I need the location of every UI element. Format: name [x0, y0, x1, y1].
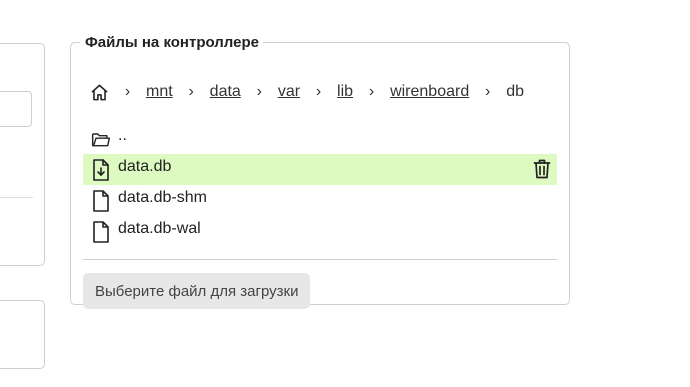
list-item-selected-file[interactable]: data.db — [83, 154, 557, 185]
list-item-file[interactable]: data.db-shm — [83, 185, 557, 216]
breadcrumb-item-wirenboard[interactable]: wirenboard — [390, 83, 469, 101]
breadcrumb-separator: › — [256, 83, 262, 100]
divider — [83, 259, 557, 260]
file-download-icon — [91, 158, 111, 181]
panel-title: Файлы на контроллере — [85, 34, 259, 51]
breadcrumb-separator: › — [485, 83, 491, 100]
breadcrumb-separator: › — [124, 83, 131, 100]
left-settings-panel — [0, 43, 45, 266]
folder-icon — [91, 128, 111, 150]
left-input-field[interactable] — [0, 91, 32, 127]
breadcrumb-separator: › — [188, 83, 194, 100]
list-item-file[interactable]: data.db-wal — [83, 216, 557, 247]
file-name: data.db — [118, 157, 172, 175]
breadcrumb-item-data[interactable]: data — [210, 83, 241, 101]
file-icon — [91, 189, 111, 212]
home-icon[interactable] — [89, 82, 109, 102]
left-divider — [0, 197, 33, 198]
file-name: data.db-shm — [118, 188, 207, 206]
breadcrumb-item-lib[interactable]: lib — [337, 83, 353, 101]
file-name: .. — [118, 126, 127, 144]
page: Файлы на контроллере › mnt › data › var … — [0, 0, 690, 387]
file-name: data.db-wal — [118, 219, 201, 237]
list-item-parent-folder[interactable]: .. — [83, 123, 557, 154]
breadcrumb: › mnt › data › var › lib › wirenboard › … — [89, 77, 524, 107]
file-list: .. data.db data.db-shm data.db-wal — [83, 123, 557, 247]
controller-files-panel: Файлы на контроллере › mnt › data › var … — [70, 34, 570, 309]
breadcrumb-separator: › — [368, 83, 375, 100]
choose-upload-file-button[interactable]: Выберите файл для загрузки — [83, 273, 311, 309]
breadcrumb-current: db — [506, 83, 525, 100]
breadcrumb-item-var[interactable]: var — [278, 83, 300, 101]
breadcrumb-separator: › — [315, 83, 322, 100]
breadcrumb-item-mnt[interactable]: mnt — [146, 83, 173, 101]
left-lower-panel — [0, 300, 45, 369]
trash-icon[interactable] — [533, 159, 551, 179]
file-icon — [91, 220, 111, 243]
